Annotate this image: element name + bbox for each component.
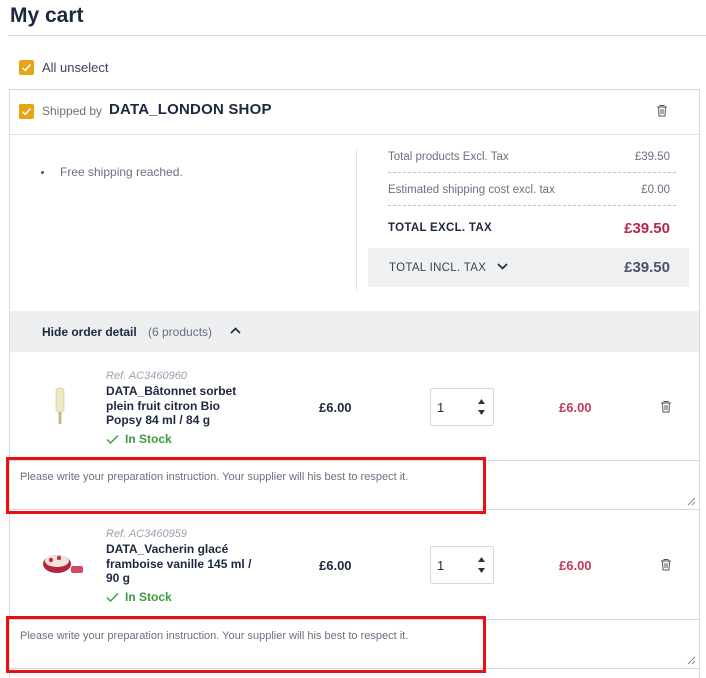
total-products-value: £39.50 — [634, 151, 670, 163]
check-icon — [106, 593, 119, 602]
total-excl-tax-label: TOTAL EXCL. TAX — [388, 222, 492, 234]
quantity-stepper[interactable]: 1 — [430, 388, 494, 426]
hide-order-detail-label[interactable]: Hide order detail — [42, 325, 137, 339]
quantity-stepper[interactable]: 1 — [430, 546, 494, 584]
resize-handle-icon[interactable] — [687, 656, 696, 665]
shop-header-divider — [10, 134, 699, 135]
shipping-cost-label: Estimated shipping cost excl. tax — [388, 184, 555, 196]
total-products-label: Total products Excl. Tax — [388, 151, 509, 163]
stepper-down-icon[interactable] — [478, 568, 485, 573]
title-divider — [8, 35, 706, 36]
all-unselect-label[interactable]: All unselect — [42, 60, 108, 75]
quantity-value[interactable]: 1 — [437, 558, 444, 573]
product-count: (6 products) — [148, 325, 213, 339]
product-ref: Ref. AC3460960 — [106, 370, 187, 382]
total-excl-tax-value: £39.50 — [624, 220, 670, 237]
summary-divider — [356, 149, 357, 291]
stock-status: In Stock — [125, 590, 172, 604]
summary-dashed-rule — [388, 205, 676, 206]
stock-status: In Stock — [125, 432, 172, 446]
shipped-by-label: Shipped by — [42, 104, 103, 118]
stepper-up-icon[interactable] — [478, 557, 485, 562]
shop-select-checkbox[interactable] — [19, 104, 34, 119]
quantity-value[interactable]: 1 — [437, 400, 444, 415]
line-total-price: £6.00 — [559, 400, 592, 415]
product-name[interactable]: DATA_Bâtonnet sorbet plein fruit citron … — [106, 384, 256, 428]
bullet-dot — [41, 171, 44, 174]
stepper-up-icon[interactable] — [478, 399, 485, 404]
unit-price: £6.00 — [319, 400, 352, 415]
all-unselect-checkbox[interactable] — [19, 60, 34, 75]
check-icon — [106, 435, 119, 444]
product-name[interactable]: DATA_Vacherin glacé framboise vanille 14… — [106, 542, 256, 586]
total-incl-tax-label[interactable]: TOTAL INCL. TAX — [389, 262, 486, 274]
shipping-cost-value: £0.00 — [641, 184, 670, 196]
product-image — [55, 387, 65, 424]
trash-icon[interactable] — [660, 400, 672, 413]
chevron-down-icon[interactable] — [497, 263, 508, 270]
textarea-placeholder: Please write your preparation instructio… — [20, 630, 409, 642]
product-ref: Ref. AC3460959 — [106, 528, 187, 540]
shop-name: DATA_LONDON SHOP — [109, 101, 272, 118]
textarea-placeholder: Please write your preparation instructio… — [20, 471, 409, 483]
check-icon — [21, 107, 32, 116]
page-title: My cart — [10, 4, 84, 27]
trash-icon[interactable] — [660, 558, 672, 571]
preparation-instruction-textarea[interactable]: Please write your preparation instructio… — [9, 619, 700, 669]
total-incl-tax-value: £39.50 — [624, 259, 670, 276]
chevron-up-icon[interactable] — [230, 327, 241, 334]
stepper-down-icon[interactable] — [478, 410, 485, 415]
line-total-price: £6.00 — [559, 558, 592, 573]
resize-handle-icon[interactable] — [687, 497, 696, 506]
unit-price: £6.00 — [319, 558, 352, 573]
trash-icon[interactable] — [656, 104, 668, 117]
check-icon — [21, 63, 32, 72]
summary-dashed-rule — [388, 172, 676, 173]
preparation-instruction-textarea[interactable]: Please write your preparation instructio… — [9, 460, 700, 510]
product-image — [43, 555, 83, 573]
free-shipping-message: Free shipping reached. — [60, 165, 183, 179]
